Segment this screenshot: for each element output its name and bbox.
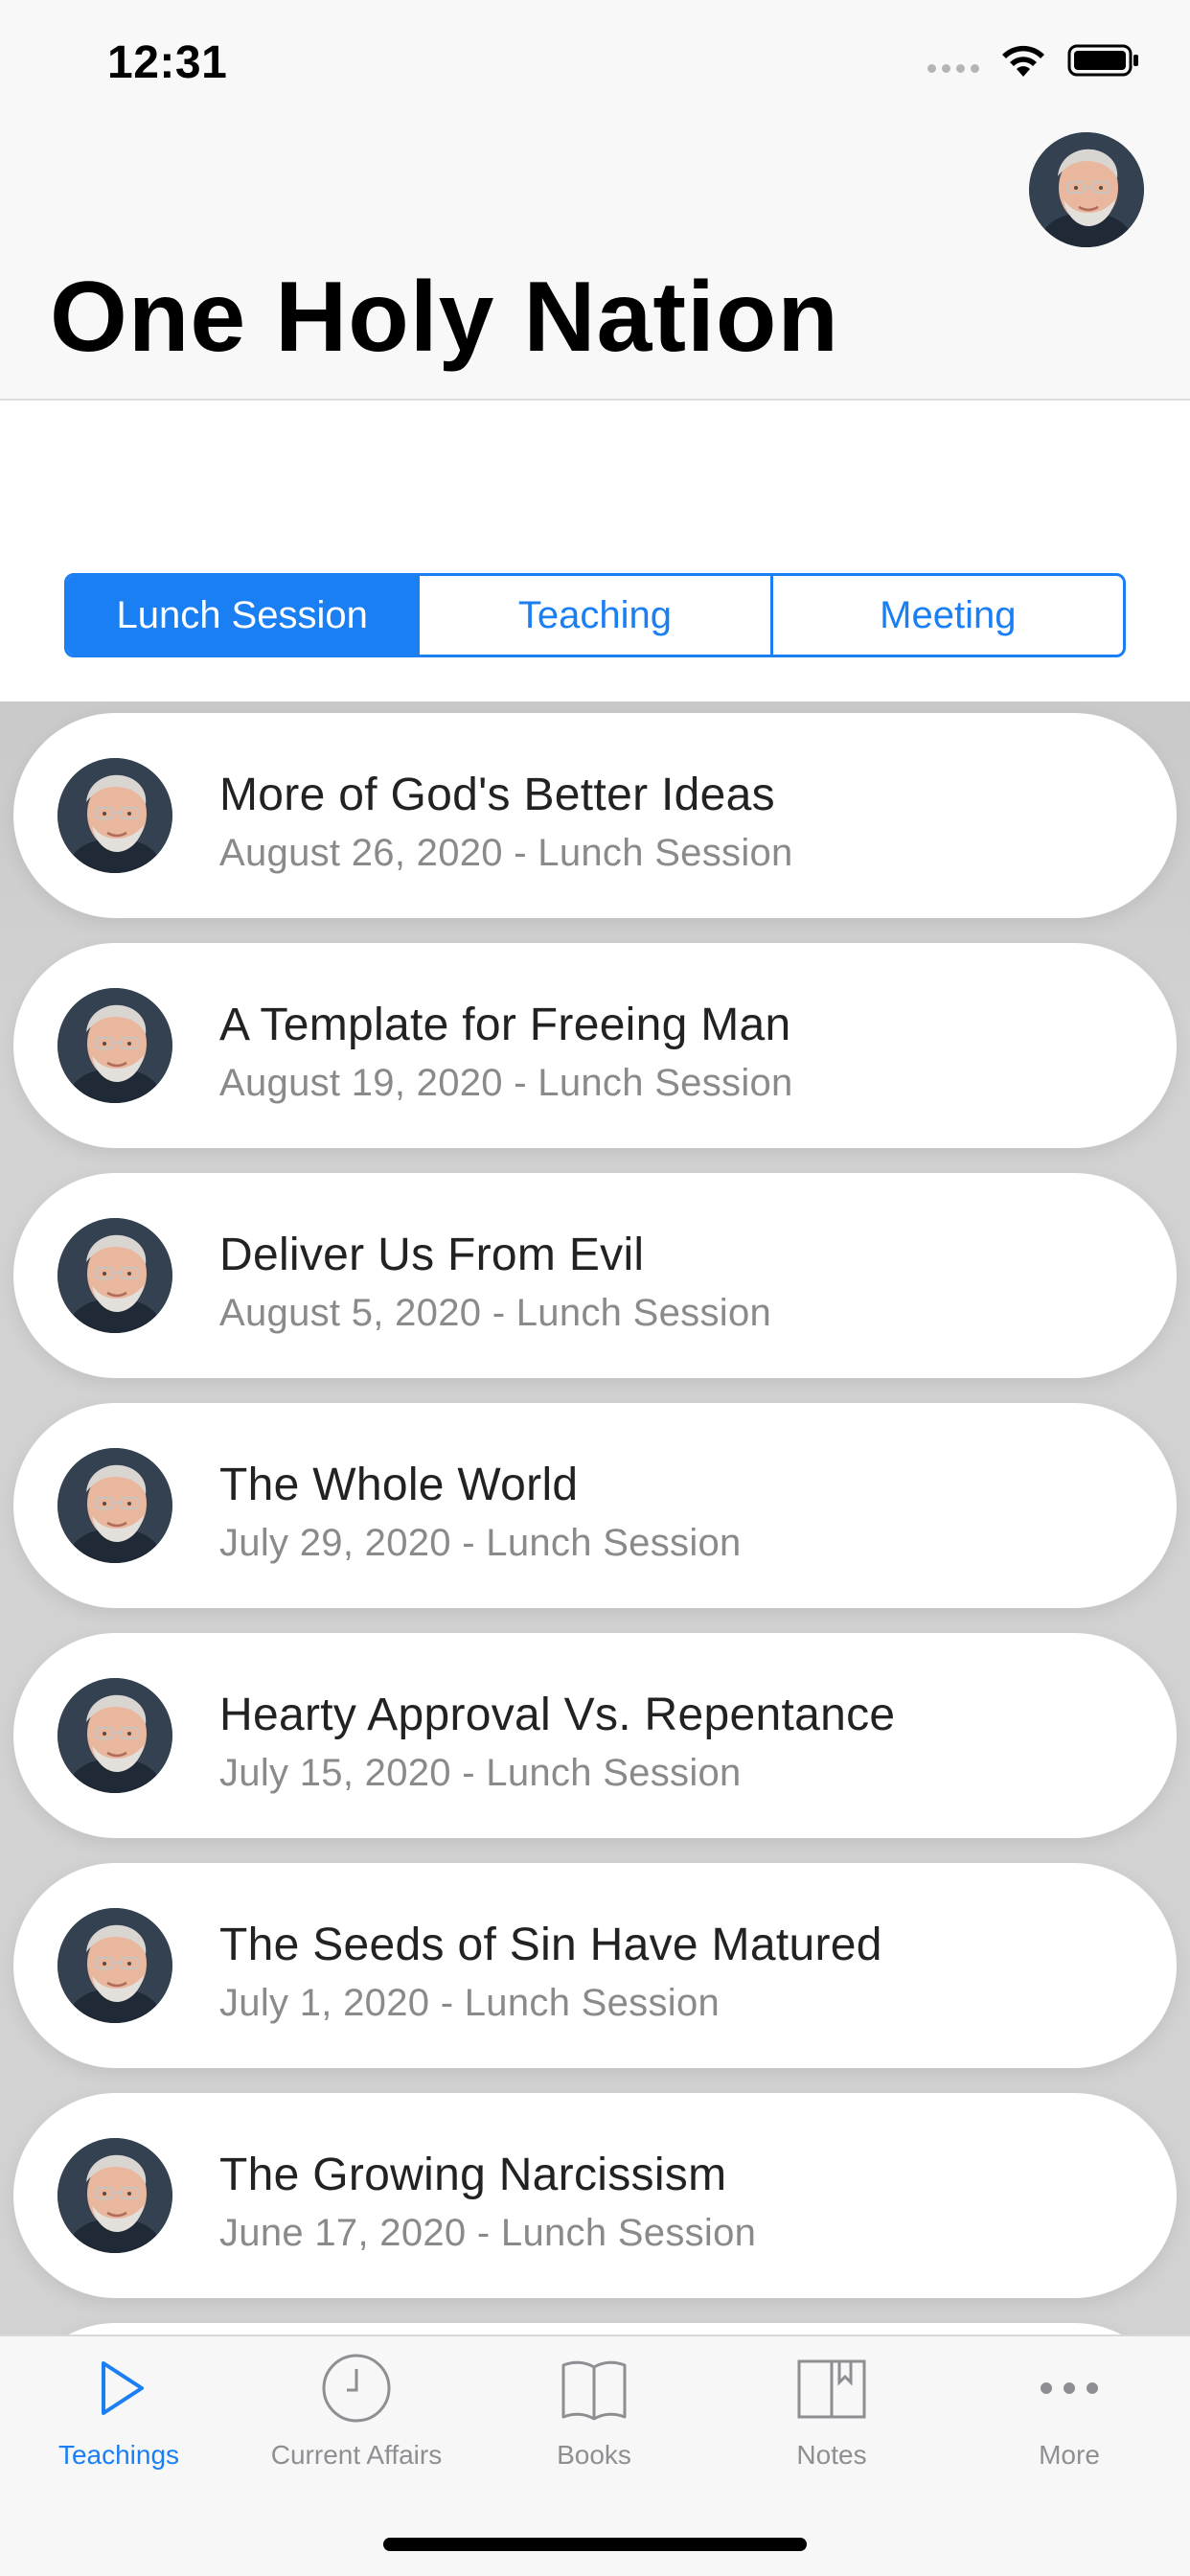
tab-books[interactable]: Books	[475, 2350, 713, 2503]
home-indicator	[383, 2538, 807, 2551]
teaching-title: More of God's Better Ideas	[219, 770, 775, 820]
teaching-card[interactable]: The Seeds of Sin Have Matured July 1, 20…	[13, 1863, 1177, 2068]
teaching-title: Deliver Us From Evil	[219, 1230, 645, 1280]
speaker-avatar	[57, 1448, 172, 1563]
speaker-avatar	[57, 1218, 172, 1333]
teaching-card[interactable]: A Template for Freeing Man August 19, 20…	[13, 943, 1177, 1148]
status-time: 12:31	[107, 37, 228, 88]
speaker-avatar	[57, 1678, 172, 1793]
profile-avatar[interactable]	[1029, 132, 1144, 247]
teaching-date-subtitle: July 15, 2020 - Lunch Session	[219, 1752, 742, 1794]
teaching-date-subtitle: August 26, 2020 - Lunch Session	[219, 832, 793, 874]
speaker-avatar	[57, 758, 172, 873]
teaching-date-subtitle: July 29, 2020 - Lunch Session	[219, 1522, 742, 1564]
speaker-avatar	[57, 1908, 172, 2023]
play-icon	[102, 2361, 144, 2415]
tab-label: Notes	[796, 2440, 867, 2470]
tab-teachings[interactable]: Teachings	[0, 2350, 238, 2503]
speaker-avatar	[57, 2138, 172, 2253]
tab-label: Current Affairs	[270, 2440, 443, 2470]
tab-current-affairs[interactable]: Current Affairs	[238, 2350, 475, 2503]
teaching-date-subtitle: July 1, 2020 - Lunch Session	[219, 1982, 721, 2024]
segment-lunch-session[interactable]: Lunch Session	[67, 576, 418, 655]
teaching-date-subtitle: August 5, 2020 - Lunch Session	[219, 1292, 772, 1334]
tab-label: More	[1039, 2440, 1100, 2470]
bookmark-book-icon	[797, 2359, 866, 2419]
teachings-list[interactable]: More of God's Better Ideas August 26, 20…	[0, 702, 1190, 2334]
teaching-title: The Seeds of Sin Have Matured	[219, 1920, 882, 1970]
more-dots-icon	[1041, 2382, 1098, 2394]
wifi-icon	[1002, 45, 1044, 77]
tab-label: Books	[557, 2440, 631, 2470]
teaching-title: A Template for Freeing Man	[219, 1000, 791, 1050]
segment-teaching[interactable]: Teaching	[417, 576, 769, 655]
tab-notes[interactable]: Notes	[713, 2350, 950, 2503]
teaching-card[interactable]: Deliver Us From Evil August 5, 2020 - Lu…	[13, 1173, 1177, 1378]
clock-icon	[322, 2354, 391, 2423]
teaching-title: Hearty Approval Vs. Repentance	[219, 1690, 896, 1740]
status-indicators	[927, 42, 1140, 79]
speaker-avatar	[57, 988, 172, 1103]
tab-label: Teachings	[57, 2440, 180, 2470]
teaching-title: The Whole World	[219, 1460, 579, 1510]
battery-icon	[1067, 44, 1138, 77]
teaching-date-subtitle: August 19, 2020 - Lunch Session	[219, 1062, 793, 1104]
teaching-card-partial[interactable]	[13, 2323, 1177, 2334]
teaching-date-subtitle: June 17, 2020 - Lunch Session	[219, 2212, 757, 2254]
teaching-card[interactable]: The Whole World July 29, 2020 - Lunch Se…	[13, 1403, 1177, 1608]
tab-more[interactable]: More	[950, 2350, 1188, 2503]
page-title: One Holy Nation	[50, 262, 839, 373]
teaching-card[interactable]: More of God's Better Ideas August 26, 20…	[13, 713, 1177, 918]
book-icon	[561, 2360, 627, 2421]
teaching-title: The Growing Narcissism	[219, 2150, 727, 2200]
session-type-segmented-control: Lunch Session Teaching Meeting	[64, 573, 1126, 657]
segment-meeting[interactable]: Meeting	[769, 576, 1123, 655]
cellular-signal-icon	[927, 63, 979, 73]
teaching-card[interactable]: Hearty Approval Vs. Repentance July 15, …	[13, 1633, 1177, 1838]
navigation-header: 12:31 One Holy Nation	[0, 0, 1190, 401]
teaching-card[interactable]: The Growing Narcissism June 17, 2020 - L…	[13, 2093, 1177, 2298]
